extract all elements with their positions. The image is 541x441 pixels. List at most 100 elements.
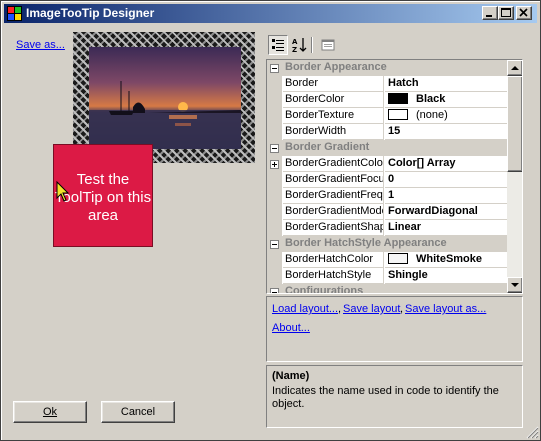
grid-property-row[interactable]: BorderHatchColor WhiteSmoke	[267, 252, 507, 268]
collapse-icon[interactable]	[270, 240, 279, 249]
resize-grip-icon[interactable]	[525, 425, 539, 439]
property-pages-button[interactable]	[318, 35, 338, 55]
grid-row-margin	[267, 268, 282, 284]
help-title: (Name)	[272, 370, 310, 382]
grid-row-margin	[267, 236, 282, 252]
color-swatch	[388, 253, 408, 264]
title-bar[interactable]: ImageTooTip Designer	[4, 4, 537, 23]
grid-property-row[interactable]: BorderWidth 15	[267, 124, 507, 140]
grid-row-margin	[267, 156, 282, 172]
property-value-text: 15	[388, 125, 401, 137]
grid-row-margin	[267, 188, 282, 204]
property-name: BorderGradientMode	[283, 204, 384, 220]
toolbar-separator	[311, 37, 313, 53]
grid-property-row[interactable]: Border Hatch	[267, 76, 507, 92]
load-layout-link[interactable]: Load layout...	[272, 303, 338, 315]
property-value[interactable]: Hatch	[385, 76, 507, 92]
close-icon	[519, 8, 528, 17]
grid-property-row[interactable]: BorderGradientFocus 0	[267, 172, 507, 188]
grid-category-label: Border HatchStyle Appearance	[285, 237, 447, 249]
grid-row-margin	[267, 284, 282, 293]
maximize-button[interactable]	[498, 6, 514, 20]
property-value[interactable]: Color[] Array	[385, 156, 507, 172]
color-swatch	[388, 93, 408, 104]
save-layout-link[interactable]: Save layout	[343, 303, 400, 315]
property-value[interactable]: 15	[385, 124, 507, 140]
grid-row-margin	[267, 252, 282, 268]
svg-text:A: A	[292, 38, 298, 46]
property-value[interactable]: (none)	[385, 108, 507, 124]
grid-property-row[interactable]: BorderGradientShape Linear	[267, 220, 507, 236]
property-name: BorderGradientShape	[283, 220, 384, 236]
collapse-icon[interactable]	[270, 288, 279, 293]
grid-property-row[interactable]: BorderGradientFrequency 1	[267, 188, 507, 204]
grid-row-margin	[267, 108, 282, 124]
grid-row-margin	[267, 204, 282, 220]
property-value-text: WhiteSmoke	[416, 253, 483, 265]
grid-category-label: Configurations	[285, 285, 364, 294]
scroll-down-button[interactable]	[507, 277, 522, 293]
about-link[interactable]: About...	[272, 322, 310, 334]
property-pages-icon	[321, 39, 335, 51]
alphabetical-button[interactable]: A Z	[290, 35, 310, 55]
minimize-button[interactable]	[482, 6, 498, 20]
property-grid-scrollbar[interactable]	[507, 60, 522, 293]
property-value[interactable]: WhiteSmoke	[385, 252, 507, 268]
grid-property-row[interactable]: BorderHatchStyle Shingle	[267, 268, 507, 284]
scroll-up-button[interactable]	[507, 60, 522, 76]
scroll-up-icon	[511, 66, 519, 70]
property-value-text: Color[] Array	[388, 157, 456, 169]
color-swatch	[388, 109, 408, 120]
collapse-icon[interactable]	[270, 64, 279, 73]
property-value[interactable]: Linear	[385, 220, 507, 236]
collapse-icon[interactable]	[270, 144, 279, 153]
app-icon	[7, 6, 22, 21]
grid-property-row[interactable]: BorderColor Black	[267, 92, 507, 108]
grid-property-row[interactable]: BorderTexture (none)	[267, 108, 507, 124]
expand-icon[interactable]	[270, 160, 279, 169]
grid-category-row[interactable]: Configurations	[267, 284, 507, 294]
grid-category-label: Border Gradient	[285, 141, 370, 153]
property-grid[interactable]: Border Appearance Border Hatch BorderColor B…	[266, 59, 523, 294]
save-layout-as-link[interactable]: Save layout as...	[405, 303, 486, 315]
categorized-button[interactable]	[268, 35, 288, 55]
property-name: BorderGradientFrequency	[283, 188, 384, 204]
property-name: BorderWidth	[283, 124, 384, 140]
property-name: BorderHatchColor	[283, 252, 384, 268]
window-title: ImageTooTip Designer	[26, 6, 155, 20]
grid-row-margin	[267, 124, 282, 140]
grid-category-row[interactable]: Border Gradient	[267, 140, 507, 156]
designer-window: ImageTooTip Designer Save as... Test the…	[0, 0, 541, 441]
property-value[interactable]: 0	[385, 172, 507, 188]
scroll-down-icon	[511, 283, 519, 287]
categorized-icon	[272, 39, 284, 51]
close-button[interactable]	[516, 6, 532, 20]
grid-property-row[interactable]: BorderGradientMode ForwardDiagonal	[267, 204, 507, 220]
save-as-link[interactable]: Save as...	[16, 39, 65, 51]
property-value-text: Hatch	[388, 77, 419, 89]
scroll-thumb[interactable]	[507, 76, 522, 172]
pointer-cursor-icon	[56, 181, 70, 202]
grid-property-row[interactable]: BorderGradientColors Color[] Array	[267, 156, 507, 172]
help-pane: (Name) Indicates the name used in code t…	[266, 365, 523, 428]
property-name: BorderGradientColors	[283, 156, 384, 172]
property-value-text: Shingle	[388, 269, 428, 281]
property-value-text: 1	[388, 189, 395, 201]
property-name: BorderHatchStyle	[283, 268, 384, 284]
property-value-text: (none)	[416, 109, 448, 121]
property-value[interactable]: Black	[385, 92, 507, 108]
grid-category-label: Border Appearance	[285, 61, 387, 73]
property-value[interactable]: Shingle	[385, 268, 507, 284]
grid-category-row[interactable]: Border Appearance	[267, 60, 507, 76]
grid-row-margin	[267, 60, 282, 76]
property-grid-toolbar: A Z	[266, 34, 522, 56]
property-value[interactable]: 1	[385, 188, 507, 204]
minimize-icon	[486, 15, 492, 17]
ok-button[interactable]: Ok	[13, 401, 87, 423]
cancel-button[interactable]: Cancel	[101, 401, 175, 423]
sunset-photo	[89, 47, 241, 149]
alphabetical-icon: A Z	[292, 38, 307, 54]
grid-category-row[interactable]: Border HatchStyle Appearance	[267, 236, 507, 252]
ok-button-label: Ok	[42, 406, 58, 418]
property-value[interactable]: ForwardDiagonal	[385, 204, 507, 220]
